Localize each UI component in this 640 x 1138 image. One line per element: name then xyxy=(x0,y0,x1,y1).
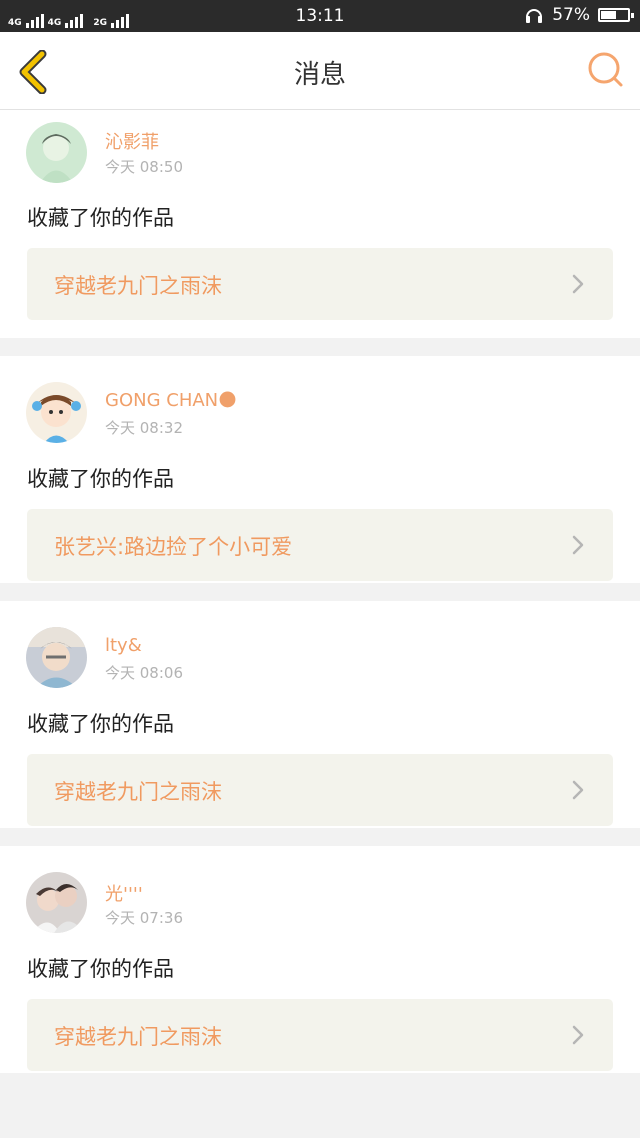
chevron-right-icon xyxy=(572,1025,584,1045)
search-button[interactable] xyxy=(586,50,626,90)
work-link[interactable]: 张艺兴:路边捡了个小可爱 xyxy=(27,509,613,581)
action-text: 收藏了你的作品 xyxy=(27,206,174,230)
work-link[interactable]: 穿越老九门之雨沫 xyxy=(27,999,613,1071)
avatar[interactable] xyxy=(26,872,87,933)
work-title: 张艺兴:路边捡了个小可爱 xyxy=(54,535,293,559)
work-link[interactable]: 穿越老九门之雨沫 xyxy=(27,754,613,826)
battery-fill xyxy=(601,11,616,19)
username[interactable]: lty& xyxy=(105,635,142,656)
avatar[interactable] xyxy=(26,382,87,443)
action-text: 收藏了你的作品 xyxy=(27,467,174,491)
battery-icon xyxy=(598,8,634,22)
username[interactable]: 沁影菲 xyxy=(105,128,159,154)
status-right: 57% xyxy=(524,5,634,25)
notification-list: 沁影菲 今天 08:50 收藏了你的作品 穿越老九门之雨沫 GONG CHAN🌑… xyxy=(0,110,640,1091)
notification-item: GONG CHAN🌑 今天 08:32 收藏了你的作品 张艺兴:路边捡了个小可爱 xyxy=(0,356,640,583)
search-icon xyxy=(588,52,623,87)
timestamp: 今天 08:32 xyxy=(105,419,183,437)
username[interactable]: 光'''' xyxy=(105,880,143,906)
action-text: 收藏了你的作品 xyxy=(27,712,174,736)
work-title: 穿越老九门之雨沫 xyxy=(54,780,222,804)
chevron-right-icon xyxy=(572,535,584,555)
avatar[interactable] xyxy=(26,627,87,688)
work-link[interactable]: 穿越老九门之雨沫 xyxy=(27,248,613,320)
notification-item: lty& 今天 08:06 收藏了你的作品 穿越老九门之雨沫 xyxy=(0,601,640,828)
avatar[interactable] xyxy=(26,122,87,183)
notification-item: 沁影菲 今天 08:50 收藏了你的作品 穿越老九门之雨沫 xyxy=(0,110,640,338)
nav-bar: 消息 xyxy=(0,32,640,110)
action-text: 收藏了你的作品 xyxy=(27,957,174,981)
timestamp: 今天 08:50 xyxy=(105,158,183,176)
status-bar: 4G 4G 2G 13:11 57% xyxy=(0,0,640,32)
headphones-icon xyxy=(526,9,543,23)
chevron-right-icon xyxy=(572,274,584,294)
username[interactable]: GONG CHAN🌑 xyxy=(105,390,237,411)
battery-percent: 57% xyxy=(552,5,590,25)
timestamp: 今天 07:36 xyxy=(105,909,183,927)
timestamp: 今天 08:06 xyxy=(105,664,183,682)
chevron-right-icon xyxy=(572,780,584,800)
work-title: 穿越老九门之雨沫 xyxy=(54,274,222,298)
notification-item: 光'''' 今天 07:36 收藏了你的作品 穿越老九门之雨沫 xyxy=(0,846,640,1073)
work-title: 穿越老九门之雨沫 xyxy=(54,1025,222,1049)
page-title: 消息 xyxy=(293,60,346,90)
